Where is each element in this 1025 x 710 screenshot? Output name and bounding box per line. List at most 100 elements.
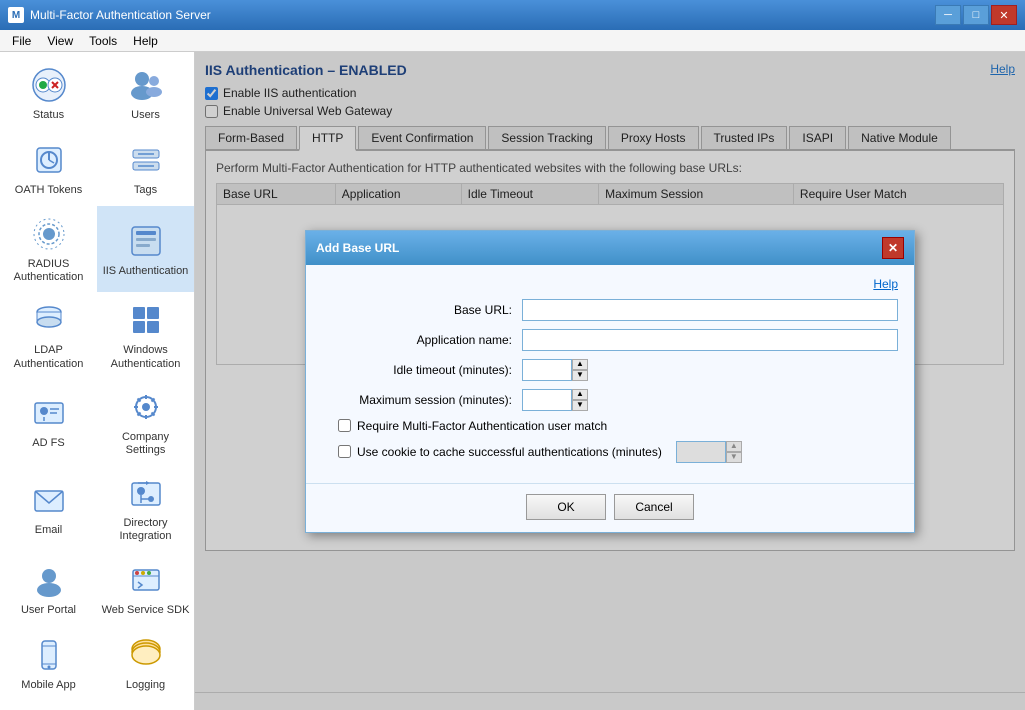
base-url-label: Base URL: bbox=[322, 303, 522, 317]
sidebar-item-windows-auth[interactable]: Windows Authentication bbox=[97, 292, 194, 378]
require-mfa-checkbox[interactable] bbox=[338, 419, 351, 432]
sidebar-label-logging: Logging bbox=[126, 679, 165, 692]
radius-icon bbox=[29, 214, 69, 254]
idle-timeout-spinner-btns: ▲ ▼ bbox=[572, 359, 588, 381]
cookie-down[interactable]: ▼ bbox=[726, 452, 742, 463]
webservice-icon bbox=[126, 560, 166, 600]
dialog-footer: OK Cancel bbox=[306, 483, 914, 532]
max-session-spinner: 480 ▲ ▼ bbox=[522, 389, 588, 411]
idle-timeout-input[interactable]: 60 bbox=[522, 359, 572, 381]
app-name-input[interactable] bbox=[522, 329, 898, 351]
sidebar-item-tags[interactable]: Tags bbox=[97, 131, 194, 206]
sidebar-label-windows: Windows Authentication bbox=[101, 344, 190, 370]
content-area: IIS Authentication – ENABLED Help Enable… bbox=[195, 52, 1025, 710]
sidebar-item-directory-integration[interactable]: Directory Integration bbox=[97, 465, 194, 551]
idle-timeout-row: Idle timeout (minutes): 60 ▲ ▼ bbox=[322, 359, 898, 381]
max-session-up[interactable]: ▲ bbox=[572, 389, 588, 400]
sidebar-label-users: Users bbox=[131, 109, 160, 122]
directory-icon bbox=[126, 473, 166, 513]
sidebar-item-ldap-auth[interactable]: LDAP Authentication bbox=[0, 292, 97, 378]
sidebar-item-iis-auth[interactable]: IIS Authentication bbox=[97, 206, 194, 292]
sidebar-item-web-service-sdk[interactable]: Web Service SDK bbox=[97, 552, 194, 627]
sidebar-item-adfs[interactable]: AD FS bbox=[0, 379, 97, 465]
use-cookie-checkbox[interactable] bbox=[338, 445, 351, 458]
ok-button[interactable]: OK bbox=[526, 494, 606, 520]
adfs-icon bbox=[29, 393, 69, 433]
add-base-url-dialog: Add Base URL ✕ Help Base URL: Applicatio… bbox=[305, 230, 915, 533]
sidebar-item-radius-auth[interactable]: RADIUS Authentication bbox=[0, 206, 97, 292]
sidebar-label-adfs: AD FS bbox=[32, 437, 64, 450]
idle-timeout-up[interactable]: ▲ bbox=[572, 359, 588, 370]
oath-icon bbox=[29, 140, 69, 180]
mobile-icon bbox=[29, 635, 69, 675]
users-icon bbox=[126, 65, 166, 105]
windows-icon bbox=[126, 300, 166, 340]
menu-help[interactable]: Help bbox=[125, 32, 166, 50]
tags-icon bbox=[126, 140, 166, 180]
sidebar-item-email[interactable]: Email bbox=[0, 465, 97, 551]
app-name-row: Application name: bbox=[322, 329, 898, 351]
sidebar-label-email: Email bbox=[35, 524, 63, 537]
cookie-input[interactable]: 60 bbox=[676, 441, 726, 463]
sidebar-item-company-settings[interactable]: Company Settings bbox=[97, 379, 194, 465]
menu-view[interactable]: View bbox=[39, 32, 81, 50]
sidebar-label-portal: User Portal bbox=[21, 604, 76, 617]
max-session-label: Maximum session (minutes): bbox=[322, 393, 522, 407]
menu-bar: File View Tools Help bbox=[0, 30, 1025, 52]
sidebar-item-users[interactable]: Users bbox=[97, 56, 194, 131]
menu-file[interactable]: File bbox=[4, 32, 39, 50]
sidebar-item-status[interactable]: Status bbox=[0, 56, 97, 131]
use-cookie-label: Use cookie to cache successful authentic… bbox=[357, 445, 662, 459]
main-layout: Status Users bbox=[0, 52, 1025, 710]
menu-tools[interactable]: Tools bbox=[81, 32, 125, 50]
cancel-button[interactable]: Cancel bbox=[614, 494, 694, 520]
use-cookie-row: Use cookie to cache successful authentic… bbox=[322, 441, 898, 463]
idle-timeout-label: Idle timeout (minutes): bbox=[322, 363, 522, 377]
sidebar-item-logging[interactable]: Logging bbox=[97, 627, 194, 702]
portal-icon bbox=[29, 560, 69, 600]
require-mfa-row: Require Multi-Factor Authentication user… bbox=[322, 419, 898, 433]
sidebar-label-mobile: Mobile App bbox=[21, 679, 75, 692]
idle-timeout-spinner: 60 ▲ ▼ bbox=[522, 359, 588, 381]
dialog-close-button[interactable]: ✕ bbox=[882, 237, 904, 259]
dialog-title: Add Base URL bbox=[316, 241, 399, 255]
minimize-button[interactable]: ─ bbox=[935, 5, 961, 25]
dialog-help-link[interactable]: Help bbox=[322, 277, 898, 291]
sidebar-grid: Status Users bbox=[0, 56, 194, 702]
sidebar-label-radius: RADIUS Authentication bbox=[4, 258, 93, 284]
iis-icon bbox=[126, 221, 166, 261]
window-controls: ─ □ ✕ bbox=[935, 5, 1017, 25]
sidebar-label-directory: Directory Integration bbox=[101, 517, 190, 543]
dialog-titlebar: Add Base URL ✕ bbox=[306, 231, 914, 265]
sidebar-label-webservice: Web Service SDK bbox=[102, 604, 190, 617]
window-title: Multi-Factor Authentication Server bbox=[30, 8, 211, 22]
sidebar-item-mobile-app[interactable]: Mobile App bbox=[0, 627, 97, 702]
email-icon bbox=[29, 480, 69, 520]
status-icon bbox=[29, 65, 69, 105]
title-bar-left: M Multi-Factor Authentication Server bbox=[8, 7, 211, 23]
max-session-down[interactable]: ▼ bbox=[572, 400, 588, 411]
maximize-button[interactable]: □ bbox=[963, 5, 989, 25]
idle-timeout-down[interactable]: ▼ bbox=[572, 370, 588, 381]
logging-icon bbox=[126, 635, 166, 675]
sidebar-item-oath-tokens[interactable]: OATH Tokens bbox=[0, 131, 97, 206]
sidebar-label-ldap: LDAP Authentication bbox=[4, 344, 93, 370]
app-name-label: Application name: bbox=[322, 333, 522, 347]
max-session-row: Maximum session (minutes): 480 ▲ ▼ bbox=[322, 389, 898, 411]
cookie-up[interactable]: ▲ bbox=[726, 441, 742, 452]
cookie-spinner: 60 ▲ ▼ bbox=[676, 441, 742, 463]
sidebar-label-company: Company Settings bbox=[101, 431, 190, 457]
require-mfa-label: Require Multi-Factor Authentication user… bbox=[357, 419, 607, 433]
base-url-input[interactable] bbox=[522, 299, 898, 321]
title-bar: M Multi-Factor Authentication Server ─ □… bbox=[0, 0, 1025, 30]
company-icon bbox=[126, 387, 166, 427]
sidebar: Status Users bbox=[0, 52, 195, 710]
base-url-row: Base URL: bbox=[322, 299, 898, 321]
sidebar-label-status: Status bbox=[33, 109, 64, 122]
max-session-spinner-btns: ▲ ▼ bbox=[572, 389, 588, 411]
app-icon: M bbox=[8, 7, 24, 23]
dialog-body: Help Base URL: Application name: Idle ti… bbox=[306, 265, 914, 483]
close-button[interactable]: ✕ bbox=[991, 5, 1017, 25]
max-session-input[interactable]: 480 bbox=[522, 389, 572, 411]
sidebar-item-user-portal[interactable]: User Portal bbox=[0, 552, 97, 627]
